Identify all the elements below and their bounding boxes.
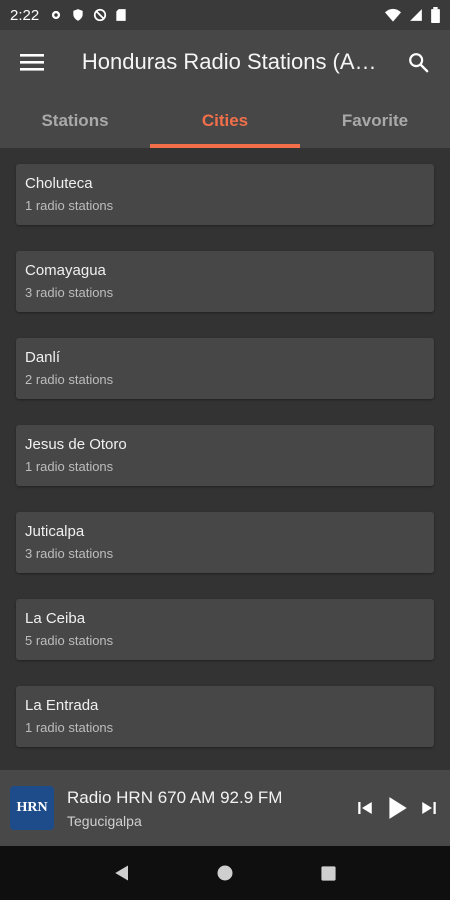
list-item[interactable]: Choluteca 1 radio stations xyxy=(16,164,434,225)
data-saver-icon xyxy=(94,8,107,22)
city-name: Choluteca xyxy=(25,175,93,192)
menu-icon xyxy=(19,54,44,71)
page-title: Honduras Radio Stations (A… xyxy=(81,49,377,74)
wifi-icon xyxy=(385,8,401,22)
tab-label: Cities xyxy=(201,111,249,130)
back-icon xyxy=(115,865,128,881)
home-icon xyxy=(217,865,233,881)
station-count: 5 radio stations xyxy=(25,633,114,648)
signal-icon xyxy=(410,9,422,21)
station-logo: HRN xyxy=(10,786,54,830)
city-name: Jesus de Otoro xyxy=(25,436,127,453)
nav-recents-button[interactable] xyxy=(320,865,337,882)
tab-label: Favorite xyxy=(341,111,409,130)
player-station-city: Tegucigalpa xyxy=(67,812,142,829)
system-nav-bar xyxy=(0,846,450,900)
recents-icon xyxy=(321,865,336,881)
list-item[interactable]: La Ceiba 5 radio stations xyxy=(16,599,434,660)
list-item[interactable]: Comayagua 3 radio stations xyxy=(16,251,434,312)
city-name: Comayagua xyxy=(25,262,106,279)
city-name: La Entrada xyxy=(25,697,99,714)
shield-icon xyxy=(73,9,83,21)
city-name: La Ceiba xyxy=(25,610,86,627)
nav-back-button[interactable] xyxy=(113,864,131,882)
station-logo-text: HRN xyxy=(16,800,48,815)
station-count: 3 radio stations xyxy=(25,285,114,300)
nav-home-button[interactable] xyxy=(216,864,234,882)
play-button[interactable] xyxy=(384,795,410,821)
next-button[interactable] xyxy=(420,799,438,817)
status-time: 2:22 xyxy=(10,6,40,24)
city-name: Danlí xyxy=(25,349,61,366)
station-count: 1 radio stations xyxy=(25,198,114,213)
station-count: 1 radio stations xyxy=(25,459,114,474)
tab-cities[interactable]: Cities xyxy=(150,94,300,148)
tab-stations[interactable]: Stations xyxy=(0,94,150,148)
player-station-title: Radio HRN 670 AM 92.9 FM xyxy=(67,787,283,807)
search-button[interactable] xyxy=(386,30,450,94)
city-name: Juticalpa xyxy=(25,523,85,540)
previous-button[interactable] xyxy=(356,799,374,817)
tab-label: Stations xyxy=(41,111,109,130)
station-count: 2 radio stations xyxy=(25,372,114,387)
station-count: 1 radio stations xyxy=(25,720,114,735)
app-bar: Honduras Radio Stations (A… xyxy=(0,30,450,94)
tab-bar: Stations Cities Favorite xyxy=(0,94,450,148)
battery-icon xyxy=(431,7,440,23)
skip-previous-icon xyxy=(358,802,372,814)
settings-icon xyxy=(52,10,61,20)
skip-next-icon xyxy=(422,802,436,814)
tab-favorite[interactable]: Favorite xyxy=(300,94,450,148)
list-item[interactable]: Jesus de Otoro 1 radio stations xyxy=(16,425,434,486)
search-icon xyxy=(409,53,429,73)
play-icon xyxy=(389,797,407,819)
list-item[interactable]: Juticalpa 3 radio stations xyxy=(16,512,434,573)
sd-card-icon xyxy=(116,9,126,21)
station-count: 3 radio stations xyxy=(25,546,114,561)
list-item[interactable]: Danlí 2 radio stations xyxy=(16,338,434,399)
menu-button[interactable] xyxy=(0,30,64,94)
mini-player[interactable]: HRN Radio HRN 670 AM 92.9 FM Tegucigalpa xyxy=(0,770,450,846)
list-item[interactable]: La Entrada 1 radio stations xyxy=(16,686,434,747)
city-list: Choluteca 1 radio stations Comayagua 3 r… xyxy=(0,148,450,770)
status-bar: 2:22 xyxy=(0,0,450,30)
